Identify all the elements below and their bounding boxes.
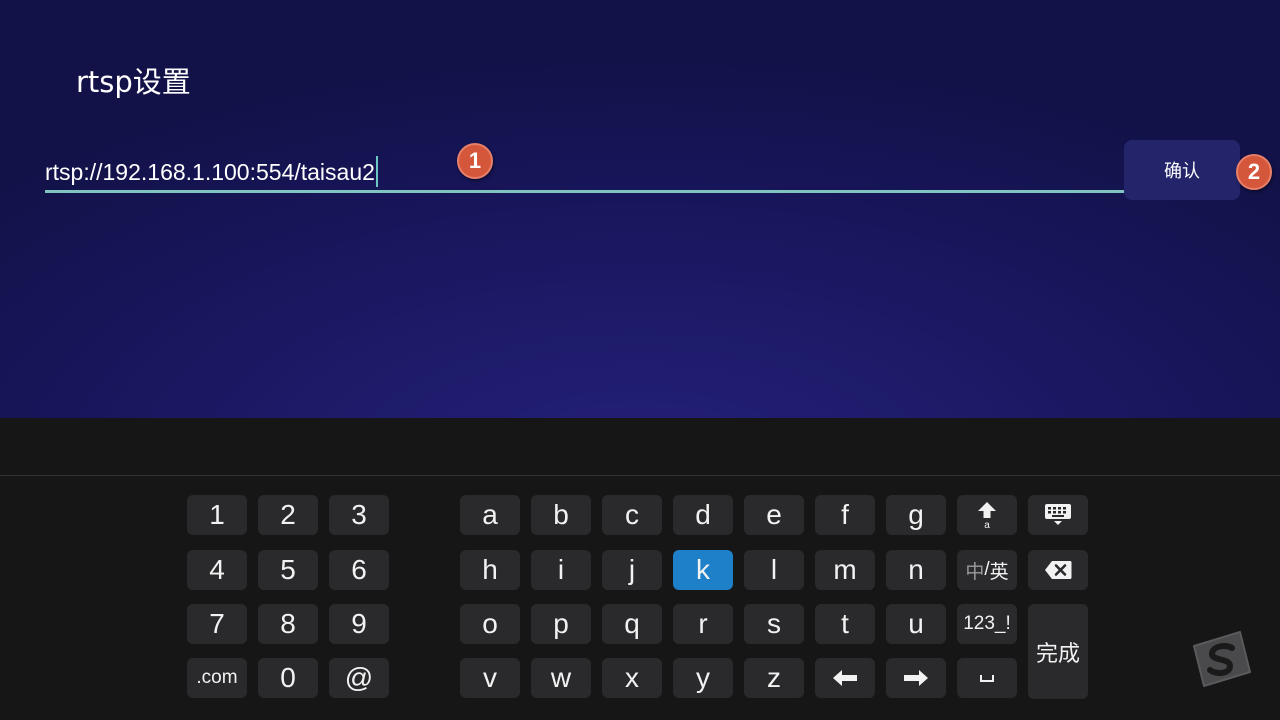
key-u[interactable]: u <box>886 604 946 644</box>
key-f[interactable]: f <box>815 495 875 535</box>
confirm-button[interactable]: 确认 <box>1124 140 1240 200</box>
key-q[interactable]: q <box>602 604 662 644</box>
key-r[interactable]: r <box>673 604 733 644</box>
annotation-marker-2: 2 <box>1236 154 1272 190</box>
arrow-right-icon <box>904 670 928 686</box>
annotation-marker-1: 1 <box>457 143 493 179</box>
key-at[interactable]: @ <box>329 658 389 698</box>
rtsp-url-value[interactable]: rtsp://192.168.1.100:554/taisau2 <box>45 157 375 187</box>
done-key[interactable]: 完成 <box>1028 604 1088 699</box>
text-caret <box>375 156 378 187</box>
cursor-left-key[interactable] <box>815 658 875 698</box>
key-k[interactable]: k <box>673 550 733 590</box>
key-h[interactable]: h <box>460 550 520 590</box>
key-j[interactable]: j <box>602 550 662 590</box>
key-x[interactable]: x <box>602 658 662 698</box>
key-p[interactable]: p <box>531 604 591 644</box>
settings-screen: rtsp设置 rtsp://192.168.1.100:554/taisau2 … <box>0 0 1280 418</box>
lang-toggle-key[interactable]: 中 / 英 <box>957 550 1017 590</box>
keyboard-divider <box>0 475 1280 476</box>
key-3[interactable]: 3 <box>329 495 389 535</box>
key-6[interactable]: 6 <box>329 550 389 590</box>
key-2[interactable]: 2 <box>258 495 318 535</box>
shift-key[interactable]: a <box>957 495 1017 535</box>
key-t[interactable]: t <box>815 604 875 644</box>
key-l[interactable]: l <box>744 550 804 590</box>
shift-icon: a <box>978 502 996 530</box>
key-d[interactable]: d <box>673 495 733 535</box>
key-8[interactable]: 8 <box>258 604 318 644</box>
key-7[interactable]: 7 <box>187 604 247 644</box>
space-key[interactable] <box>957 658 1017 698</box>
key-c[interactable]: c <box>602 495 662 535</box>
key-1[interactable]: 1 <box>187 495 247 535</box>
rtsp-url-field[interactable]: rtsp://192.168.1.100:554/taisau2 <box>45 150 1235 193</box>
watermark-logo <box>1193 631 1251 687</box>
lang-zh-label: 中 <box>965 561 985 583</box>
key-5[interactable]: 5 <box>258 550 318 590</box>
key-dotcom[interactable]: .com <box>187 658 247 698</box>
lang-en-label: 英 <box>989 561 1009 583</box>
key-w[interactable]: w <box>531 658 591 698</box>
space-icon <box>980 675 994 682</box>
shift-sub-label: a <box>984 520 990 530</box>
key-n[interactable]: n <box>886 550 946 590</box>
cursor-right-key[interactable] <box>886 658 946 698</box>
key-s[interactable]: s <box>744 604 804 644</box>
key-m[interactable]: m <box>815 550 875 590</box>
key-v[interactable]: v <box>460 658 520 698</box>
key-o[interactable]: o <box>460 604 520 644</box>
key-i[interactable]: i <box>531 550 591 590</box>
key-e[interactable]: e <box>744 495 804 535</box>
key-z[interactable]: z <box>744 658 804 698</box>
key-0[interactable]: 0 <box>258 658 318 698</box>
backspace-key[interactable] <box>1028 550 1088 590</box>
key-g[interactable]: g <box>886 495 946 535</box>
backspace-icon <box>1045 561 1072 579</box>
key-4[interactable]: 4 <box>187 550 247 590</box>
key-a[interactable]: a <box>460 495 520 535</box>
page-title: rtsp设置 <box>76 65 191 99</box>
arrow-left-icon <box>833 670 857 686</box>
key-b[interactable]: b <box>531 495 591 535</box>
hide-keyboard-key[interactable] <box>1028 495 1088 535</box>
symbols-key[interactable]: 123_! <box>957 604 1017 644</box>
key-9[interactable]: 9 <box>329 604 389 644</box>
keyboard-hide-icon <box>1045 504 1071 525</box>
key-y[interactable]: y <box>673 658 733 698</box>
